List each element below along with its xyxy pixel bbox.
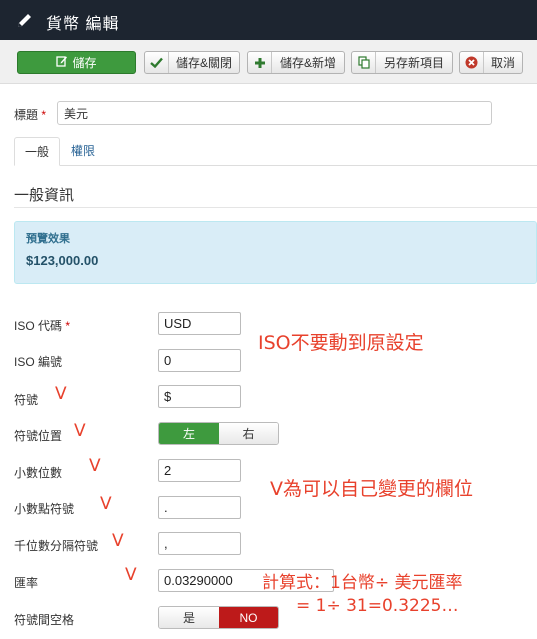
symbol-space-no-option[interactable]: NO [219,607,278,628]
decimal-symbol-input[interactable]: . [158,496,241,519]
tab-bar: 一般 權限 [14,137,537,166]
save-as-copy-button[interactable]: 另存新項目 [351,51,453,74]
tab-permissions[interactable]: 權限 [61,137,105,166]
tab-general[interactable]: 一般 [14,137,61,166]
v-annotation: V為可以自己變更的欄位 [270,478,473,500]
symbol-space-label: 符號間空格 [14,613,75,627]
cancel-button[interactable]: 取消 [459,51,523,74]
editable-check-mark: V [89,456,101,476]
copy-icon [352,52,376,73]
symbol-space-toggle: 是 NO [158,606,279,629]
save-close-label: 儲存&關閉 [175,56,232,70]
toolbar: 儲存 儲存&關閉 儲存&新增 另存新項目 取消 [0,40,537,84]
iso-code-label: ISO 代碼 * [14,319,71,333]
check-icon [145,52,169,73]
editable-check-mark: V [55,384,67,404]
decimals-input[interactable]: 2 [158,459,241,482]
section-divider [14,207,537,208]
editable-check-mark: V [100,494,112,514]
preview-heading: 預覽效果 [26,233,70,245]
required-mark: * [65,319,71,333]
save-close-button[interactable]: 儲存&關閉 [144,51,240,74]
page-header: 貨幣 編輯 [0,0,537,40]
symbol-input[interactable]: $ [158,385,241,408]
formula-annotation-line2: = 1÷ 31=0.3225… [296,596,459,616]
symbol-position-right-option[interactable]: 右 [219,423,278,444]
edit-icon [56,55,68,70]
iso-code-input[interactable]: USD [158,312,241,335]
thousands-separator-input[interactable]: , [158,532,241,555]
editable-check-mark: V [74,421,86,441]
iso-number-input[interactable]: 0 [158,349,241,372]
editable-check-mark: V [112,531,124,551]
symbol-position-label: 符號位置 [14,429,63,443]
page-title: 貨幣 編輯 [46,16,120,33]
decimals-label: 小數位數 [14,466,63,480]
save-as-copy-label: 另存新項目 [383,56,444,70]
section-title: 一般資訊 [14,187,75,204]
plus-icon [248,52,272,73]
cancel-label: 取消 [490,56,515,70]
symbol-space-yes-option[interactable]: 是 [159,607,219,628]
formula-annotation-line1: 計算式：1台幣÷ 美元匯率 [262,573,463,593]
cancel-circle-icon [460,52,484,73]
save-new-label: 儲存&新增 [279,56,336,70]
save-label: 儲存 [72,56,97,70]
required-mark: * [41,108,47,122]
symbol-position-toggle: 左 右 [158,422,279,445]
thousands-separator-label: 千位數分隔符號 [14,539,99,553]
preview-box: 預覽效果 $123,000.00 [14,221,537,284]
symbol-label: 符號 [14,393,39,407]
editable-check-mark: V [125,565,137,585]
title-input[interactable] [57,101,492,125]
pencil-icon [16,11,34,32]
iso-number-label: ISO 編號 [14,355,63,369]
decimal-symbol-label: 小數點符號 [14,502,75,516]
save-button[interactable]: 儲存 [17,51,136,74]
preview-value: $123,000.00 [26,253,99,268]
iso-annotation: ISO不要動到原設定 [258,332,424,354]
exchange-rate-label: 匯率 [14,576,39,590]
symbol-position-left-option[interactable]: 左 [159,423,219,444]
title-label: 標題 * [14,108,47,122]
save-new-button[interactable]: 儲存&新增 [247,51,345,74]
